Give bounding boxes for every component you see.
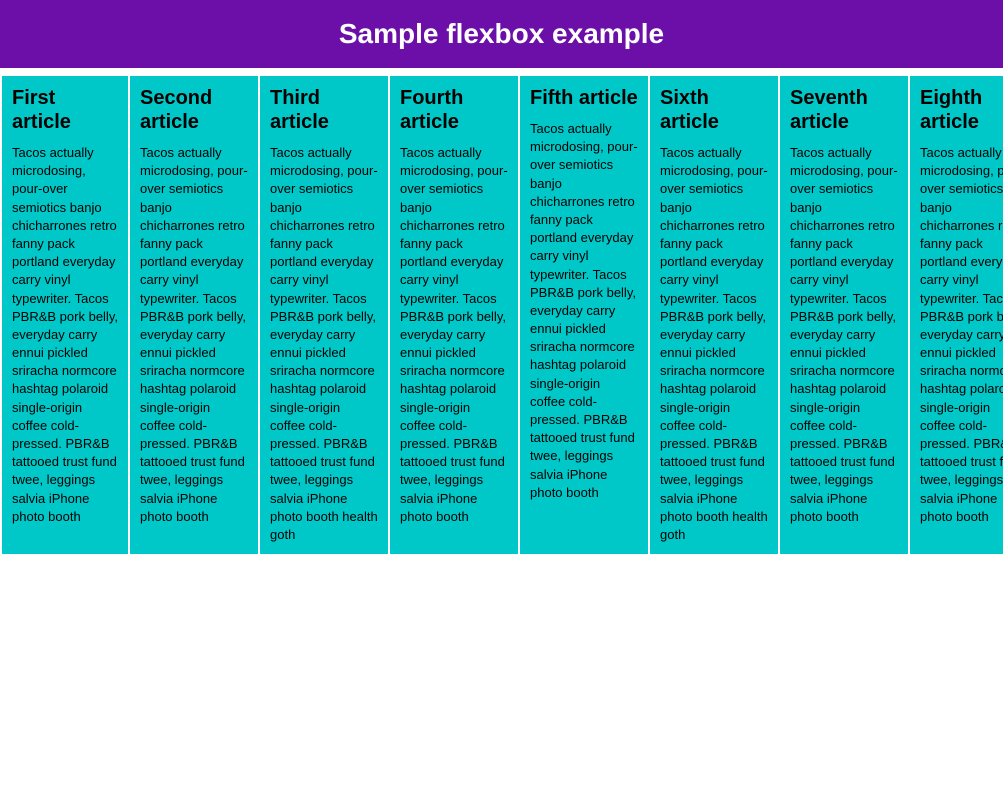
article-title-eighth: Eighth article [920,86,1003,134]
flex-container: First article Tacos actually microdosing,… [0,76,1003,554]
article-card-third: Third article Tacos actually microdosing,… [260,76,390,554]
article-card-eighth: Eighth article Tacos actually microdosing… [910,76,1003,554]
article-card-fifth: Fifth article Tacos actually microdosing,… [520,76,650,554]
article-title-first: First article [12,86,118,134]
article-card-sixth: Sixth article Tacos actually microdosing,… [650,76,780,554]
article-title-sixth: Sixth article [660,86,768,134]
article-body-eighth: Tacos actually microdosing, pour-over se… [920,144,1003,526]
article-card-second: Second article Tacos actually microdosing… [130,76,260,554]
article-body-fifth: Tacos actually microdosing, pour-over se… [530,120,638,502]
page-header: Sample flexbox example [0,0,1003,68]
article-card-fourth: Fourth article Tacos actually microdosing… [390,76,520,554]
article-body-sixth: Tacos actually microdosing, pour-over se… [660,144,768,544]
page-title: Sample flexbox example [20,18,983,50]
article-body-fourth: Tacos actually microdosing, pour-over se… [400,144,508,526]
article-title-fourth: Fourth article [400,86,508,134]
article-body-second: Tacos actually microdosing, pour-over se… [140,144,248,526]
article-title-fifth: Fifth article [530,86,638,110]
article-title-seventh: Seventh article [790,86,898,134]
article-title-second: Second article [140,86,248,134]
article-title-third: Third article [270,86,378,134]
article-body-seventh: Tacos actually microdosing, pour-over se… [790,144,898,526]
article-card-first: First article Tacos actually microdosing,… [0,76,130,554]
article-card-seventh: Seventh article Tacos actually microdosin… [780,76,910,554]
article-body-first: Tacos actually microdosing, pour-over se… [12,144,118,526]
article-body-third: Tacos actually microdosing, pour-over se… [270,144,378,544]
